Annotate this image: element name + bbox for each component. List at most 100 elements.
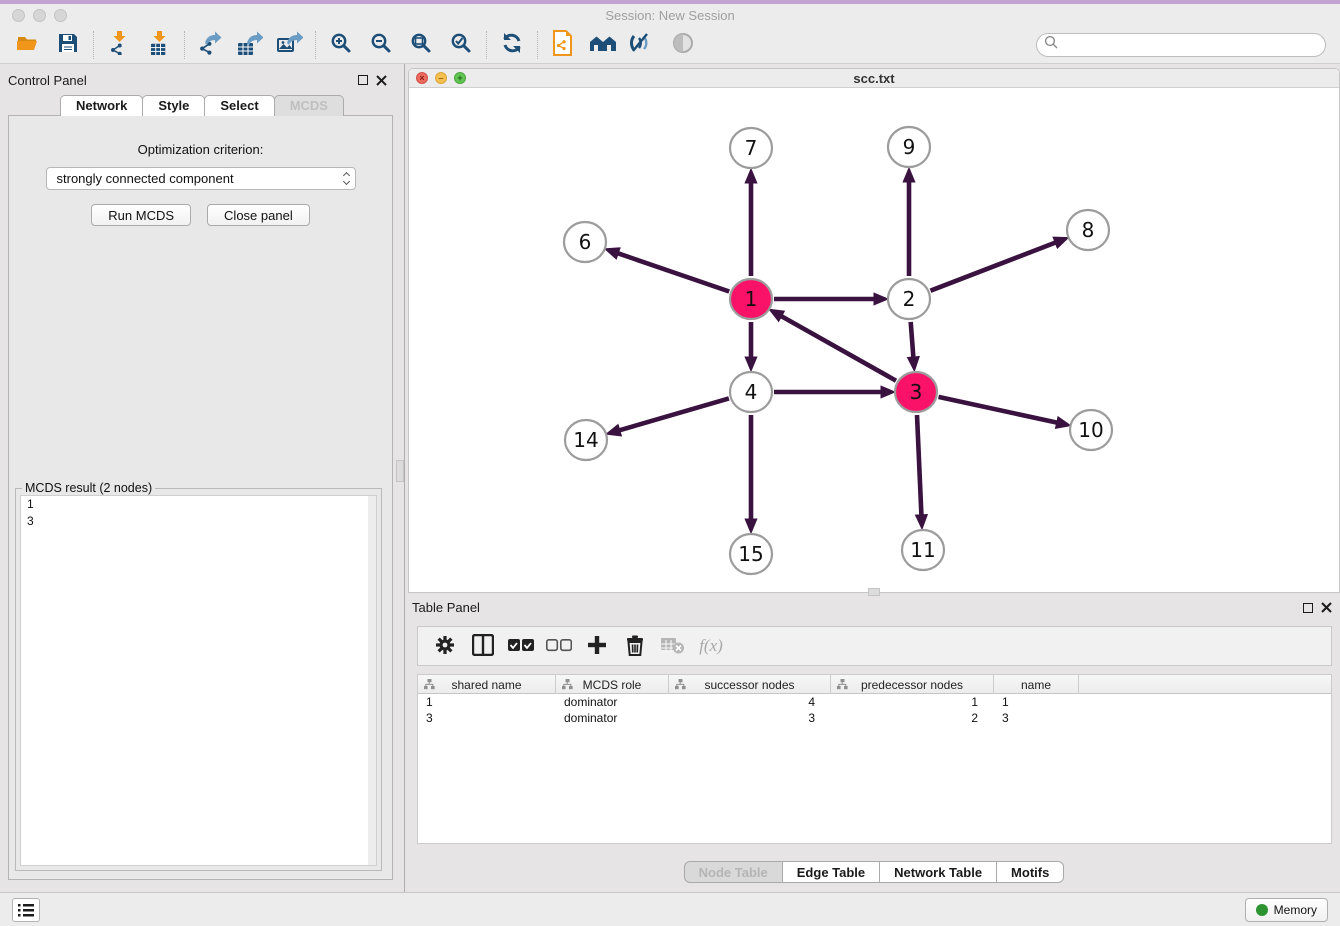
save-button[interactable] bbox=[48, 28, 88, 62]
folder-open-button[interactable] bbox=[8, 28, 48, 62]
network-canvas[interactable]: 7 9 6 8 1 2 4 3 14 10 15 11 bbox=[409, 88, 1339, 592]
node-8[interactable]: 8 bbox=[1067, 210, 1109, 250]
run-mcds-button[interactable]: Run MCDS bbox=[91, 204, 191, 226]
zoom-fit-button[interactable] bbox=[401, 28, 441, 62]
edge-4-14[interactable] bbox=[618, 398, 729, 430]
close-panel-icon[interactable] bbox=[376, 75, 387, 86]
node-table[interactable]: shared name MCDS role successor nodesprede… bbox=[417, 674, 1332, 844]
cell-predecessor-nodes[interactable]: 2 bbox=[831, 710, 994, 726]
tab-style[interactable]: Style bbox=[142, 95, 205, 116]
table-row[interactable]: 1dominator411 bbox=[418, 694, 1331, 710]
select-stepper-icon bbox=[344, 173, 349, 184]
eye-slash-icon bbox=[630, 32, 656, 57]
cell-predecessor-nodes[interactable]: 1 bbox=[831, 694, 994, 710]
cell-successor-nodes[interactable]: 3 bbox=[669, 710, 831, 726]
cell-shared-name[interactable]: 1 bbox=[418, 694, 556, 710]
edge-3-11[interactable] bbox=[917, 415, 922, 517]
vertical-splitter[interactable] bbox=[395, 64, 405, 892]
criterion-select[interactable]: strongly connected component bbox=[46, 167, 356, 190]
toolbar-separator bbox=[315, 31, 316, 59]
mcds-result-group: MCDS result (2 nodes) 13 bbox=[15, 488, 382, 871]
node-14[interactable]: 14 bbox=[565, 420, 607, 460]
node-11[interactable]: 11 bbox=[902, 530, 944, 570]
node-9[interactable]: 9 bbox=[888, 127, 930, 167]
column-header-predecessor-nodes[interactable]: predecessor nodes bbox=[831, 675, 994, 694]
export-table-button[interactable] bbox=[230, 28, 270, 62]
tab-node-table[interactable]: Node Table bbox=[684, 861, 783, 883]
columns-button[interactable] bbox=[466, 630, 500, 662]
memory-button[interactable]: Memory bbox=[1245, 898, 1328, 922]
column-header-label: MCDS role bbox=[583, 678, 642, 692]
table-row[interactable]: 3dominator323 bbox=[418, 710, 1331, 726]
cell-successor-nodes[interactable]: 4 bbox=[669, 694, 831, 710]
close-table-panel-icon[interactable] bbox=[1321, 602, 1332, 613]
node-2[interactable]: 2 bbox=[888, 279, 930, 319]
zoom-selected-button[interactable] bbox=[441, 28, 481, 62]
edge-3-1[interactable] bbox=[780, 315, 896, 381]
node-1[interactable]: 1 bbox=[730, 279, 772, 319]
mcds-result-list[interactable]: 13 bbox=[20, 495, 377, 866]
eye-slash-button[interactable] bbox=[623, 28, 663, 62]
toolbar-separator bbox=[486, 31, 487, 59]
lens-button[interactable] bbox=[663, 28, 703, 62]
export-image-button[interactable] bbox=[270, 28, 310, 62]
checkboxes-on-icon bbox=[508, 638, 534, 655]
node-15[interactable]: 15 bbox=[730, 534, 772, 574]
column-header-shared-name[interactable]: shared name bbox=[418, 675, 556, 694]
export-network-button[interactable] bbox=[190, 28, 230, 62]
main-toolbar bbox=[0, 26, 1340, 64]
zoom-in-button[interactable] bbox=[321, 28, 361, 62]
tab-edge-table[interactable]: Edge Table bbox=[783, 861, 880, 883]
zoom-out-button[interactable] bbox=[361, 28, 401, 62]
svg-text:8: 8 bbox=[1082, 218, 1095, 242]
search-box[interactable] bbox=[1036, 33, 1326, 57]
cell-MCDS-role[interactable]: dominator bbox=[556, 694, 669, 710]
close-panel-button[interactable]: Close panel bbox=[207, 204, 310, 226]
network-document-button[interactable] bbox=[543, 28, 583, 62]
search-input[interactable] bbox=[1062, 35, 1325, 55]
mcds-result-title: MCDS result (2 nodes) bbox=[22, 481, 155, 495]
edge-2-3[interactable] bbox=[911, 322, 914, 359]
network-window-titlebar[interactable]: × – + scc.txt bbox=[409, 69, 1339, 88]
float-panel-icon[interactable] bbox=[358, 75, 368, 85]
network-title: scc.txt bbox=[409, 71, 1339, 86]
cell-MCDS-role[interactable]: dominator bbox=[556, 710, 669, 726]
column-header-name[interactable]: name bbox=[994, 675, 1079, 694]
tab-motifs[interactable]: Motifs bbox=[997, 861, 1064, 883]
trash-button[interactable] bbox=[618, 630, 652, 662]
import-table-button[interactable] bbox=[139, 28, 179, 62]
edge-2-8[interactable] bbox=[931, 242, 1058, 291]
tab-network[interactable]: Network bbox=[60, 95, 143, 116]
node-7[interactable]: 7 bbox=[730, 128, 772, 168]
splitter-handle[interactable] bbox=[396, 460, 404, 482]
gear-button[interactable] bbox=[428, 630, 462, 662]
checkboxes-on-button[interactable] bbox=[504, 630, 538, 662]
cell-name[interactable]: 1 bbox=[994, 694, 1079, 710]
result-scrollbar[interactable] bbox=[368, 496, 376, 865]
cell-name[interactable]: 3 bbox=[994, 710, 1079, 726]
main-titlebar[interactable]: Session: New Session bbox=[0, 4, 1340, 26]
save-icon bbox=[57, 32, 79, 57]
tab-network-table[interactable]: Network Table bbox=[880, 861, 997, 883]
tab-mcds[interactable]: MCDS bbox=[274, 95, 344, 116]
column-header-successor-nodes[interactable]: successor nodes bbox=[669, 675, 831, 694]
add-button[interactable] bbox=[580, 630, 614, 662]
table-tabs: Node TableEdge TableNetwork TableMotifs bbox=[408, 861, 1340, 883]
checkboxes-off-button[interactable] bbox=[542, 630, 576, 662]
task-history-button[interactable] bbox=[12, 898, 40, 922]
edge-1-6[interactable] bbox=[616, 253, 729, 292]
cell-shared-name[interactable]: 3 bbox=[418, 710, 556, 726]
float-table-panel-icon[interactable] bbox=[1303, 603, 1313, 613]
tab-select[interactable]: Select bbox=[204, 95, 274, 116]
node-10[interactable]: 10 bbox=[1070, 410, 1112, 450]
node-3[interactable]: 3 bbox=[895, 372, 937, 412]
edge-3-10[interactable] bbox=[939, 397, 1059, 423]
mcds-result-item: 1 bbox=[21, 496, 376, 513]
node-4[interactable]: 4 bbox=[730, 372, 772, 412]
tree-icon bbox=[675, 679, 686, 693]
node-6[interactable]: 6 bbox=[564, 222, 606, 262]
import-network-button[interactable] bbox=[99, 28, 139, 62]
column-header-MCDS-role[interactable]: MCDS role bbox=[556, 675, 669, 694]
refresh-button[interactable] bbox=[492, 28, 532, 62]
houses-button[interactable] bbox=[583, 28, 623, 62]
